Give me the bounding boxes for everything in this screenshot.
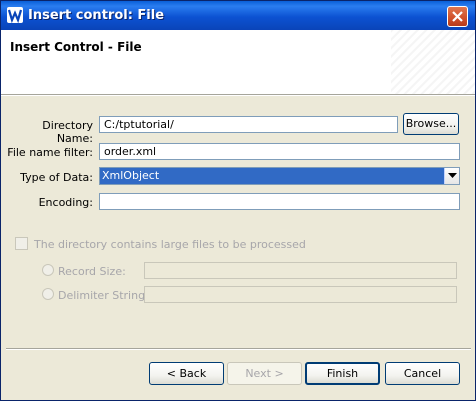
- next-button[interactable]: Next >: [227, 362, 302, 385]
- encoding-label: Encoding:: [38, 196, 93, 209]
- delimiter-string-label: Delimiter String:: [58, 289, 149, 302]
- insert-control-dialog: Insert control: File Insert Control - Fi…: [0, 0, 476, 401]
- browse-button[interactable]: Browse...: [403, 113, 459, 135]
- wizard-app-icon: [7, 7, 23, 23]
- header-decoration: [391, 30, 475, 94]
- directory-name-label: Directory Name:: [42, 119, 93, 145]
- type-of-data-select[interactable]: XmlObject: [99, 167, 460, 185]
- delimiter-string-radio[interactable]: [42, 288, 54, 300]
- back-button[interactable]: < Back: [149, 362, 224, 385]
- finish-button[interactable]: Finish: [305, 362, 380, 385]
- wizard-header: Insert Control - File: [1, 30, 475, 94]
- dropdown-button[interactable]: [444, 168, 459, 184]
- close-button[interactable]: [447, 6, 468, 27]
- type-of-data-value: XmlObject: [102, 169, 160, 182]
- close-icon: [452, 11, 463, 22]
- title-bar[interactable]: Insert control: File: [1, 1, 475, 30]
- large-files-checkbox[interactable]: [15, 237, 28, 250]
- chevron-down-icon: [448, 173, 457, 178]
- record-size-input[interactable]: [144, 262, 457, 279]
- directory-name-input[interactable]: C:/tptutorial/: [99, 116, 398, 133]
- file-name-filter-input[interactable]: order.xml: [99, 143, 460, 160]
- encoding-input[interactable]: [99, 193, 460, 210]
- window-title: Insert control: File: [28, 8, 165, 23]
- record-size-radio[interactable]: [42, 264, 54, 276]
- page-title: Insert Control - File: [10, 40, 142, 54]
- large-files-label: The directory contains large files to be…: [34, 238, 306, 251]
- cancel-button[interactable]: Cancel: [385, 362, 460, 385]
- file-name-filter-label: File name filter:: [7, 146, 93, 159]
- delimiter-string-input[interactable]: [144, 286, 457, 303]
- record-size-label: Record Size:: [58, 265, 126, 278]
- type-of-data-label: Type of Data:: [20, 171, 93, 184]
